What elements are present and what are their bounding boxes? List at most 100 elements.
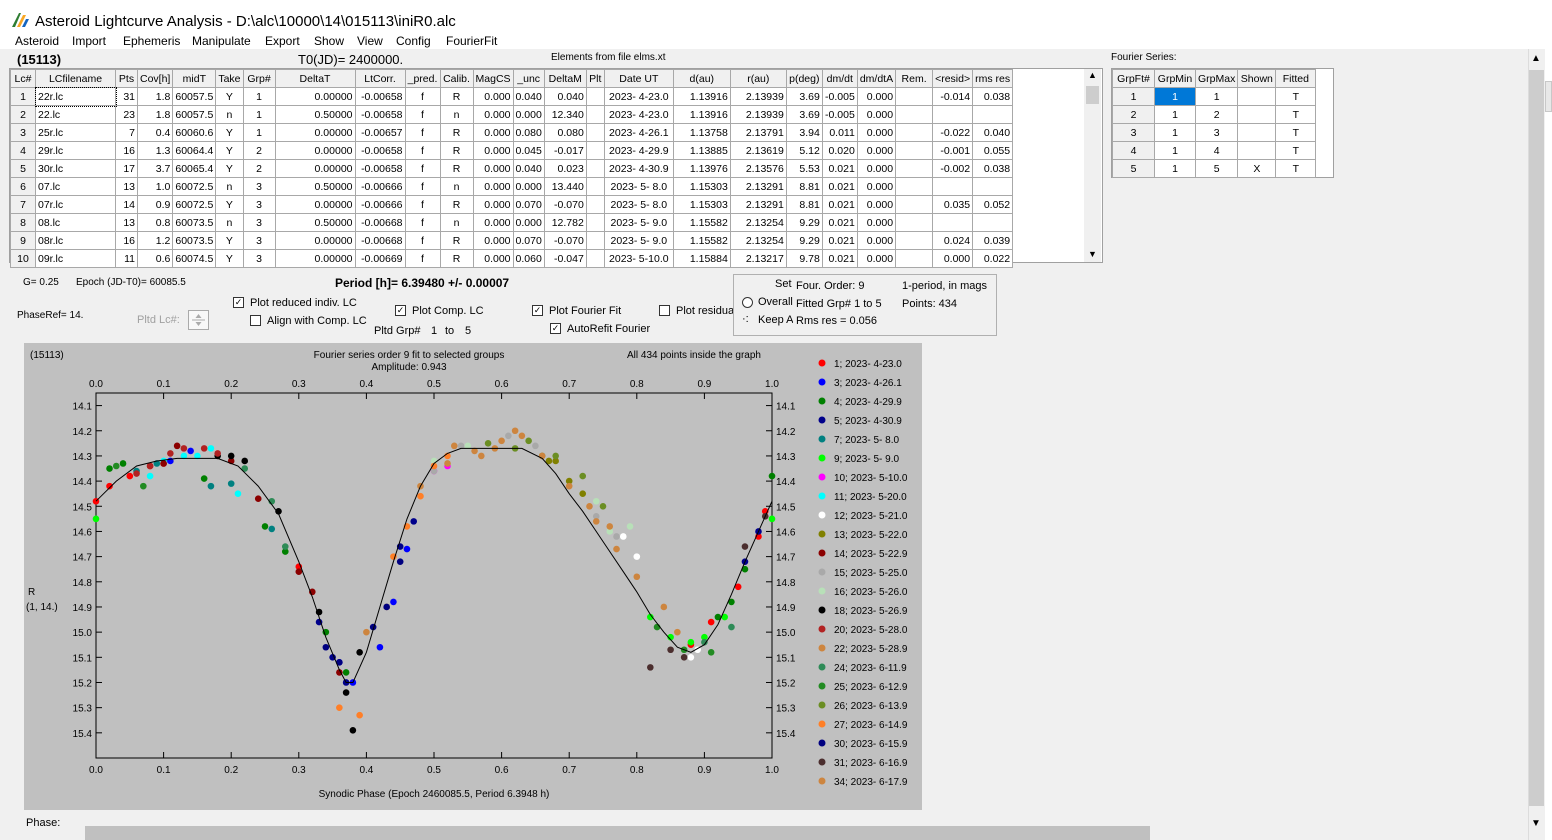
row-header[interactable]: 4: [10, 141, 36, 160]
row-header[interactable]: 1: [10, 87, 36, 106]
fourier-row-header[interactable]: 3: [1112, 123, 1155, 142]
table-cell[interactable]: 0.00000: [274, 249, 356, 268]
table-cell[interactable]: [585, 213, 605, 232]
row-header[interactable]: 5: [10, 159, 36, 178]
table-cell[interactable]: 1.3: [136, 141, 174, 160]
table-cell[interactable]: 2.13939: [729, 87, 787, 106]
table-cell[interactable]: 9.29: [785, 231, 823, 250]
fourier-table-cell[interactable]: 1: [1194, 87, 1239, 106]
table-cell[interactable]: 60073.5: [172, 231, 217, 250]
table-cell[interactable]: 0.000: [472, 213, 514, 232]
table-cell[interactable]: -0.00666: [354, 195, 406, 214]
table-cell[interactable]: 0.000: [472, 249, 514, 268]
table-cell[interactable]: R: [439, 123, 474, 142]
table-cell[interactable]: 60065.4: [172, 159, 217, 178]
table-row[interactable]: 8 08.lc 13 0.8 60073.5 n 3 0.50000 -0.00668 f n 0.0…: [10, 213, 1014, 232]
table-cell[interactable]: 0.9: [136, 195, 174, 214]
table-cell[interactable]: 09r.lc: [35, 249, 116, 268]
table-row[interactable]: 4 29r.lc 16 1.3 60064.4 Y 2 0.00000 -0.00658 f R 0.…: [10, 141, 1014, 160]
fourier-table-cell[interactable]: 1: [1154, 105, 1196, 124]
table-cell[interactable]: n: [215, 177, 244, 196]
table-cell[interactable]: -0.014: [932, 87, 974, 106]
fourier-column-header[interactable]: GrpMax: [1194, 69, 1239, 88]
fourier-table-cell[interactable]: T: [1275, 87, 1317, 106]
table-cell[interactable]: -0.00658: [354, 87, 406, 106]
fourier-table-cell[interactable]: X: [1237, 159, 1277, 178]
table-cell[interactable]: f: [404, 105, 441, 124]
table-cell[interactable]: n: [439, 105, 474, 124]
table-cell[interactable]: [932, 177, 974, 196]
table-cell[interactable]: f: [404, 213, 441, 232]
table-cell[interactable]: [585, 249, 605, 268]
table-cell[interactable]: 0.000: [472, 177, 514, 196]
table-cell[interactable]: 0.055: [972, 141, 1014, 160]
table-cell[interactable]: 30r.lc: [35, 159, 116, 178]
table-cell[interactable]: 2023- 5- 9.0: [603, 213, 674, 232]
table-cell[interactable]: 12.782: [543, 213, 587, 232]
table-cell[interactable]: n: [215, 105, 244, 124]
table-cell[interactable]: 2023- 4-23.0: [603, 105, 674, 124]
table-cell[interactable]: R: [439, 195, 474, 214]
table-cell[interactable]: 0.000: [856, 123, 897, 142]
table-cell[interactable]: 0.020: [821, 141, 858, 160]
column-header[interactable]: DeltaM: [543, 69, 587, 88]
table-cell[interactable]: -0.00669: [354, 249, 406, 268]
table-cell[interactable]: 16: [115, 231, 138, 250]
table-row[interactable]: 2 22.lc 23 1.8 60057.5 n 1 0.50000 -0.00658 f n 0.0…: [10, 105, 1014, 124]
table-cell[interactable]: 13: [115, 213, 138, 232]
fourier-table-cell[interactable]: 2: [1194, 105, 1239, 124]
table-cell[interactable]: 1.13976: [672, 159, 731, 178]
table-cell[interactable]: 2: [242, 159, 276, 178]
table-cell[interactable]: 5.12: [785, 141, 823, 160]
table-cell[interactable]: 22r.lc: [34, 86, 117, 107]
table-cell[interactable]: 0.50000: [274, 177, 356, 196]
table-cell[interactable]: 11: [115, 249, 138, 268]
table-cell[interactable]: 3.69: [785, 87, 823, 106]
table-cell[interactable]: 2: [242, 141, 276, 160]
fourier-table-cell[interactable]: 1: [1154, 87, 1196, 106]
column-header[interactable]: LCfilename: [35, 69, 116, 88]
table-cell[interactable]: 07.lc: [35, 177, 116, 196]
table-cell[interactable]: Y: [215, 87, 244, 106]
row-header[interactable]: 8: [10, 213, 36, 232]
table-cell[interactable]: [932, 105, 974, 124]
table-cell[interactable]: 0.040: [543, 87, 587, 106]
table-cell[interactable]: 60057.5: [172, 87, 217, 106]
table-cell[interactable]: 9.29: [785, 213, 823, 232]
column-header[interactable]: Plt: [585, 69, 605, 88]
table-cell[interactable]: 0.035: [932, 195, 974, 214]
table-cell[interactable]: 9.78: [785, 249, 823, 268]
menu-export[interactable]: Export: [265, 34, 300, 48]
table-cell[interactable]: 14: [115, 195, 138, 214]
fourier-table-cell[interactable]: 1: [1154, 141, 1196, 160]
table-cell[interactable]: 0.000: [512, 213, 545, 232]
table-cell[interactable]: -0.070: [543, 195, 587, 214]
overall-radio[interactable]: [742, 297, 753, 308]
table-cell[interactable]: [932, 213, 974, 232]
table-cell[interactable]: 3: [242, 231, 276, 250]
table-cell[interactable]: 1: [242, 87, 276, 106]
column-header[interactable]: Lc#: [10, 69, 36, 88]
table-cell[interactable]: 0.000: [512, 105, 545, 124]
column-header[interactable]: dm/dtA: [856, 69, 897, 88]
fourier-column-header[interactable]: GrpMin: [1154, 69, 1196, 88]
table-cell[interactable]: [972, 105, 1014, 124]
table-cell[interactable]: 0.00000: [274, 159, 356, 178]
table-cell[interactable]: f: [404, 177, 441, 196]
table-cell[interactable]: 0.8: [136, 213, 174, 232]
table-cell[interactable]: 0.000: [856, 141, 897, 160]
table-cell[interactable]: 3: [242, 249, 276, 268]
table-cell[interactable]: 0.040: [512, 87, 545, 106]
table-cell[interactable]: 1: [242, 123, 276, 142]
table-cell[interactable]: 2.13291: [729, 177, 787, 196]
table-cell[interactable]: [895, 141, 934, 160]
table-cell[interactable]: n: [439, 177, 474, 196]
table-cell[interactable]: [972, 213, 1014, 232]
fourier-column-header[interactable]: GrpFt#: [1112, 69, 1155, 88]
table-cell[interactable]: 0.023: [543, 159, 587, 178]
table-cell[interactable]: Y: [215, 195, 244, 214]
table-cell[interactable]: [585, 177, 605, 196]
lightcurve-table[interactable]: Lc# LCfilename Pts Cov[h] midT Take Grp# DeltaT…: [10, 69, 1014, 268]
table-cell[interactable]: 2.13791: [729, 123, 787, 142]
fourier-table-cell[interactable]: 1: [1154, 123, 1196, 142]
